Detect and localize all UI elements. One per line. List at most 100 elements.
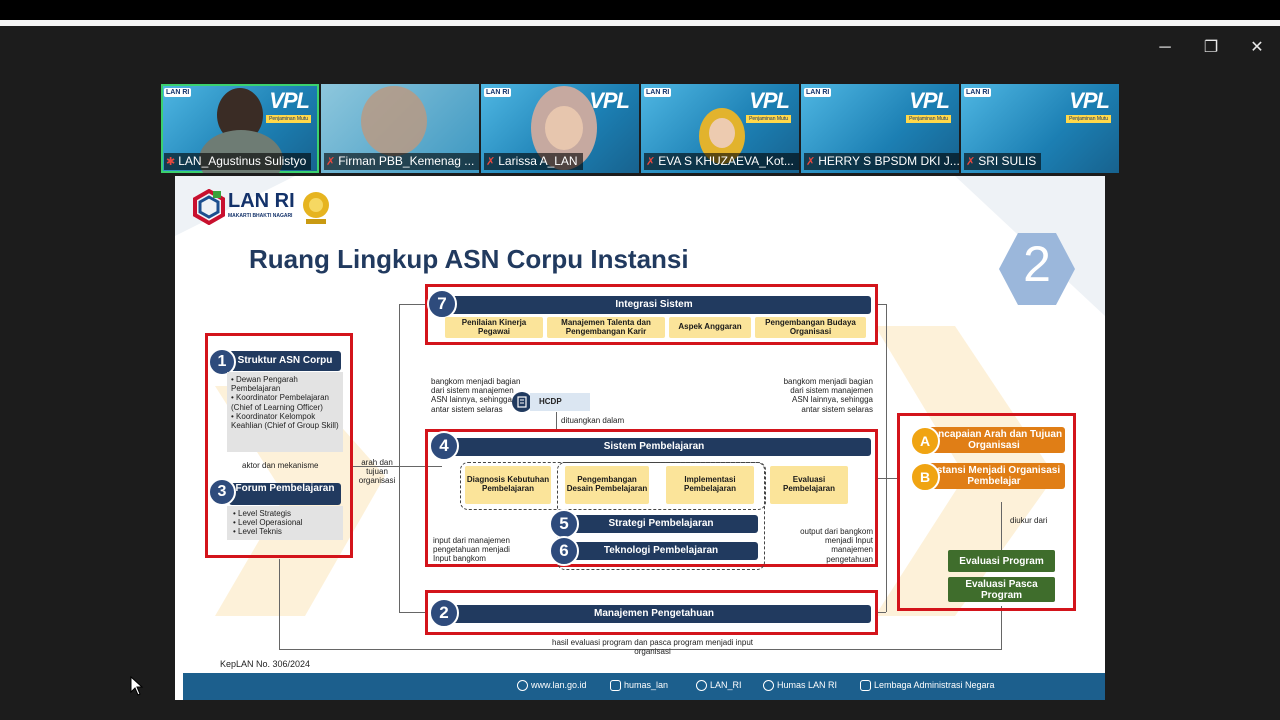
feedback-line [279,559,280,649]
integrasi-item: Pengembangan Budaya Organisasi [755,317,866,338]
connector-line [886,304,887,612]
diukur-label: diukur dari [1010,516,1048,525]
forum-item: • Level Strategis [233,509,291,518]
mic-muted-icon: ✗ [966,156,976,168]
hcdp-label: HCDP [530,393,590,411]
step-implementasi: Implementasi Pembelajaran [666,466,754,504]
lan-logo-badge: LAN RI [164,88,192,97]
lan-logo-badge: LAN RI [964,88,992,97]
vpl-subtitle: Penjaminan Mutu [746,115,791,123]
bangkom-right-note: bangkom menjadi bagian dari sistem manaj… [783,377,873,414]
dituangkan-label: dituangkan dalam [561,416,625,425]
forum-list: • Level Strategis • Level Operasional • … [227,506,343,540]
participant-name: ✗ Larissa A_LAN [484,153,583,170]
youtube-icon [860,680,871,691]
participant-face [361,86,427,156]
mic-muted-icon: ✗ [806,156,816,168]
participant-tile[interactable]: ✗ Firman PBB_Kemenag ... [321,84,479,173]
footer-web: www.lan.go.id [517,680,587,691]
vpl-logo: VPL [589,88,630,113]
connector-line [399,304,427,305]
vpl-subtitle: Penjaminan Mutu [906,115,951,123]
struktur-item: • Dewan Pengarah Pembelajaran [231,375,298,394]
integrasi-item: Manajemen Talenta dan Pengembangan Karir [547,317,665,338]
instansi-box: Instansi Menjadi Organisasi Pembelajar [923,463,1065,489]
lan-ri-logo-mark [193,188,225,226]
globe-icon [517,680,528,691]
emblem-icon [298,189,334,227]
bangkom-left-note: bangkom menjadi bagian dari sistem manaj… [431,377,521,414]
step-evaluasi: Evaluasi Pembelajaran [770,466,848,504]
lan-logo-badge: LAN RI [644,88,672,97]
slide-title: Ruang Lingkup ASN Corpu Instansi [249,244,689,274]
strategi-header: Strategi Pembelajaran [564,515,758,533]
number-badge-4: 4 [429,431,459,461]
participant-tile[interactable]: LAN RI VPL Penjaminan Mutu ✗ SRI SULIS [961,84,1119,173]
restore-icon[interactable]: ❐ [1196,36,1226,60]
participant-tile[interactable]: LAN RI VPL ✗ Larissa A_LAN [481,84,639,173]
footer-facebook: Humas LAN RI [763,680,837,691]
facebook-icon [763,680,774,691]
participant-tile[interactable]: LAN RI VPL Penjaminan Mutu ✱ LAN_Agustinu… [161,84,319,173]
shared-slide: LAN RI MAKARTI BHAKTI NAGARI Ruang Lingk… [175,176,1105,700]
section-number: 2 [1023,236,1051,292]
minimize-icon[interactable]: ─ [1150,36,1180,60]
participant-name: ✗ SRI SULIS [964,153,1042,170]
badge-a: A [910,426,940,456]
footer-instagram: humas_lan [610,680,668,691]
step-pengembangan: Pengembangan Desain Pembelajaran [565,466,649,504]
slide-footer: www.lan.go.id humas_lan LAN_RI Humas LAN… [183,673,1105,700]
aktor-label: aktor dan mekanisme [242,461,319,470]
participant-name: ✗ EVA S KHUZAEVA_Kot... [644,153,799,170]
connector-line [399,304,400,612]
lan-logo-badge: LAN RI [804,88,832,97]
instagram-icon [610,680,621,691]
arrow-line [875,478,897,479]
pencapaian-box: Pencapaian Arah dan Tujuan Organisasi [923,427,1065,453]
top-white-bar [0,20,1280,26]
lan-ri-tagline: MAKARTI BHAKTI NAGARI [228,213,293,219]
number-badge-6: 6 [549,536,579,566]
footer-youtube: Lembaga Administrasi Negara [860,680,995,691]
top-black-strip [0,0,1280,20]
keplan-reference: KepLAN No. 306/2024 [220,659,311,669]
vpl-subtitle: Penjaminan Mutu [266,115,311,123]
number-badge-3: 3 [208,478,236,506]
forum-header: Forum Pembelajaran [229,483,341,505]
participant-face [709,118,735,148]
struktur-item: • Koordinator Kelompok Keahlian (Chief o… [231,411,339,430]
sistem-header: Sistem Pembelajaran [437,438,871,456]
vpl-logo: VPL [1069,88,1110,113]
arah-label: arah dan tujuan organisasi [358,458,396,486]
struktur-item: • Koordinator Pembelajaran (Chief of Lea… [231,393,329,412]
connector-line [399,612,427,613]
feedback-line [1001,606,1002,650]
number-badge-2: 2 [429,598,459,628]
mic-muted-icon: ✗ [646,156,656,168]
participant-name: ✗ HERRY S BPSDM DKI J... [804,153,959,170]
vpl-subtitle: Penjaminan Mutu [1066,115,1111,123]
number-badge-5: 5 [549,509,579,539]
vpl-logo: VPL [269,88,310,113]
teknologi-header: Teknologi Pembelajaran [564,542,758,560]
badge-b: B [910,462,940,492]
close-icon[interactable]: ✕ [1242,36,1272,60]
input-note: input dari manajemen pengetahuan menjadi… [433,536,510,564]
integrasi-item: Penilaian Kinerja Pegawai [445,317,543,338]
step-diagnosis: Diagnosis Kebutuhan Pembelajaran [465,466,551,504]
forum-item: • Level Teknis [233,527,282,537]
evaluasi-program-box: Evaluasi Program [948,550,1055,572]
integrasi-item: Aspek Anggaran [669,317,751,338]
participant-name: ✗ Firman PBB_Kemenag ... [324,153,479,170]
number-badge-7: 7 [427,289,457,319]
struktur-header: Struktur ASN Corpu [229,351,341,371]
struktur-list: • Dewan Pengarah Pembelajaran • Koordina… [227,372,343,452]
evaluasi-pasca-box: Evaluasi Pasca Program [948,577,1055,602]
lan-ri-logo-text: LAN RI [228,190,295,212]
integrasi-header: Integrasi Sistem [437,296,871,314]
participant-tile[interactable]: LAN RI VPL Penjaminan Mutu ✗ HERRY S BPSD… [801,84,959,173]
participant-tile[interactable]: LAN RI VPL Penjaminan Mutu ✗ EVA S KHUZAE… [641,84,799,173]
vpl-logo: VPL [909,88,950,113]
forum-item: • Level Operasional [233,518,303,528]
x-twitter-icon [696,680,707,691]
